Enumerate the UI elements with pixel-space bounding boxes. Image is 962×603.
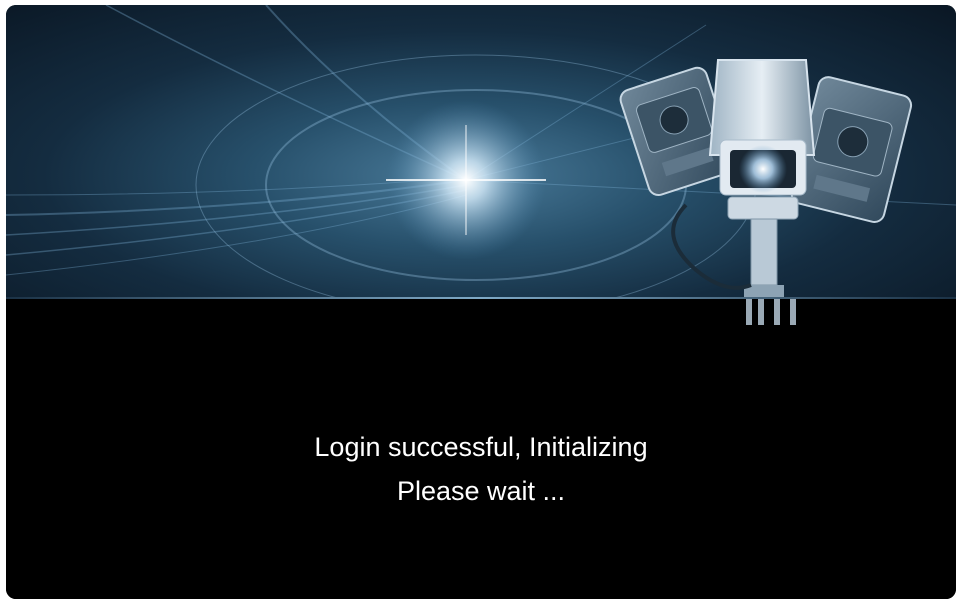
login-splash-window: Login successful, Initializing Please wa… bbox=[6, 5, 956, 599]
status-area: Login successful, Initializing Please wa… bbox=[6, 299, 956, 599]
banner-artwork bbox=[6, 5, 956, 299]
login-status-text: Login successful, Initializing bbox=[314, 432, 648, 462]
please-wait-text: Please wait ... bbox=[396, 476, 566, 506]
banner-image bbox=[6, 5, 956, 299]
security-camera-icon bbox=[708, 59, 816, 299]
camera-mount-icon bbox=[746, 299, 796, 325]
